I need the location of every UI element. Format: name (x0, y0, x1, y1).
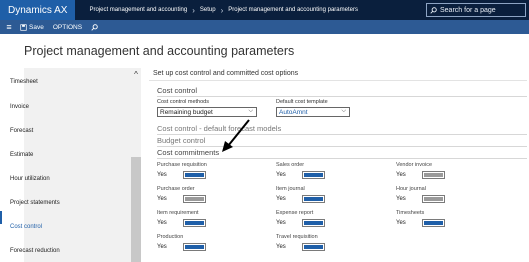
hour-journal-value: Yes (396, 196, 406, 202)
nav-item-hour-utilization[interactable]: Hour utilization (10, 176, 50, 182)
nav-item-cost-control[interactable]: Cost control (10, 224, 42, 230)
nav-item-forecast[interactable]: Forecast (10, 128, 33, 134)
cost-control-methods-select[interactable]: Remaining budget ⌵ (157, 107, 257, 117)
breadcrumb-item[interactable]: Project management and accounting parame… (228, 7, 358, 13)
nav-item-estimate[interactable]: Estimate (10, 152, 33, 158)
search-placeholder: Search for a page (440, 6, 496, 14)
breadcrumb: Project management and accounting › Setu… (75, 6, 358, 15)
cost-commitments-heading[interactable]: Cost commitments (157, 148, 219, 157)
section-nav (24, 68, 141, 262)
timesheets-label: Timesheets (396, 210, 425, 216)
breadcrumb-item[interactable]: Project management and accounting (89, 7, 187, 13)
nav-item-forecast-reduction[interactable]: Forecast reduction (10, 248, 60, 254)
vendor-invoice-label: Vendor invoice (396, 162, 433, 168)
nav-item-invoice[interactable]: Invoice (10, 104, 29, 110)
chevron-down-icon: ⌵ (248, 108, 253, 114)
save-label: Save (29, 23, 44, 31)
search-icon (430, 6, 437, 14)
item-journal-label: Item journal (276, 186, 305, 192)
item-journal-toggle[interactable] (302, 195, 325, 203)
divider (157, 158, 527, 159)
annotation-arrow (222, 119, 250, 152)
item-requirement-value: Yes (157, 220, 167, 226)
divider (157, 134, 527, 135)
sales-order-toggle[interactable] (302, 171, 325, 179)
save-icon (20, 23, 27, 31)
expense-report-toggle[interactable] (302, 219, 325, 227)
production-value: Yes (157, 244, 167, 250)
chevron-up-icon[interactable]: ^ (131, 70, 141, 79)
cost-control-methods-label: Cost control methods (157, 99, 209, 105)
chevron-right-icon: › (220, 5, 224, 15)
section-description: Set up cost control and committed cost o… (153, 70, 299, 77)
app-brand[interactable]: Dynamics AX (0, 0, 76, 20)
breadcrumb-item[interactable]: Setup (200, 7, 216, 13)
cost-control-heading[interactable]: Cost control (157, 86, 197, 95)
options-button[interactable]: OPTIONS (53, 24, 82, 31)
item-requirement-label: Item requirement (157, 210, 199, 216)
nav-scrollbar[interactable] (131, 157, 141, 262)
search-box[interactable]: Search for a page (426, 3, 526, 17)
timesheets-toggle[interactable] (422, 219, 445, 227)
search-icon[interactable] (91, 23, 98, 31)
default-cost-template-label: Default cost template (276, 99, 328, 105)
purchase-order-value: Yes (157, 196, 167, 202)
production-toggle[interactable] (183, 243, 206, 251)
default-cost-template-value: AutoAmnt (279, 108, 308, 116)
nav-item-project-statements[interactable]: Project statements (10, 200, 60, 206)
cost-control-methods-value: Remaining budget (160, 108, 213, 116)
budget-control-heading[interactable]: Budget control (157, 136, 205, 145)
chevron-right-icon: › (192, 5, 195, 15)
sales-order-value: Yes (276, 172, 286, 178)
divider (149, 80, 527, 81)
nav-item-timesheet[interactable]: Timesheet (10, 79, 38, 85)
purchase-requisition-label: Purchase requisition (157, 162, 207, 168)
travel-requisition-label: Travel requisition (276, 234, 318, 240)
item-journal-value: Yes (276, 196, 286, 202)
travel-requisition-toggle[interactable] (302, 243, 325, 251)
item-requirement-toggle[interactable] (183, 219, 206, 227)
timesheets-value: Yes (396, 220, 406, 226)
page-title: Project management and accounting parame… (24, 44, 295, 58)
expense-report-label: Expense report (276, 210, 314, 216)
hour-journal-label: Hour journal (396, 186, 426, 192)
vendor-invoice-value: Yes (396, 172, 406, 178)
chevron-down-icon: ⌵ (341, 108, 346, 114)
hour-journal-toggle[interactable] (422, 195, 445, 203)
purchase-order-toggle[interactable] (183, 195, 206, 203)
purchase-order-label: Purchase order (157, 186, 195, 192)
save-button[interactable]: Save (20, 24, 44, 31)
expense-report-value: Yes (276, 220, 286, 226)
divider (157, 146, 527, 147)
vendor-invoice-toggle[interactable] (422, 171, 445, 179)
travel-requisition-value: Yes (276, 244, 286, 250)
sales-order-label: Sales order (276, 162, 305, 168)
production-label: Production (157, 234, 184, 240)
top-navigation-bar: Dynamics AX Project management and accou… (0, 0, 529, 20)
divider (157, 96, 527, 97)
active-indicator (0, 211, 2, 224)
default-cost-template-select[interactable]: AutoAmnt ⌵ (276, 107, 350, 117)
purchase-requisition-toggle[interactable] (183, 171, 206, 179)
action-pane: ≡ Save OPTIONS (0, 20, 529, 34)
purchase-requisition-value: Yes (157, 172, 167, 178)
hamburger-menu-icon[interactable]: ≡ (2, 22, 16, 32)
